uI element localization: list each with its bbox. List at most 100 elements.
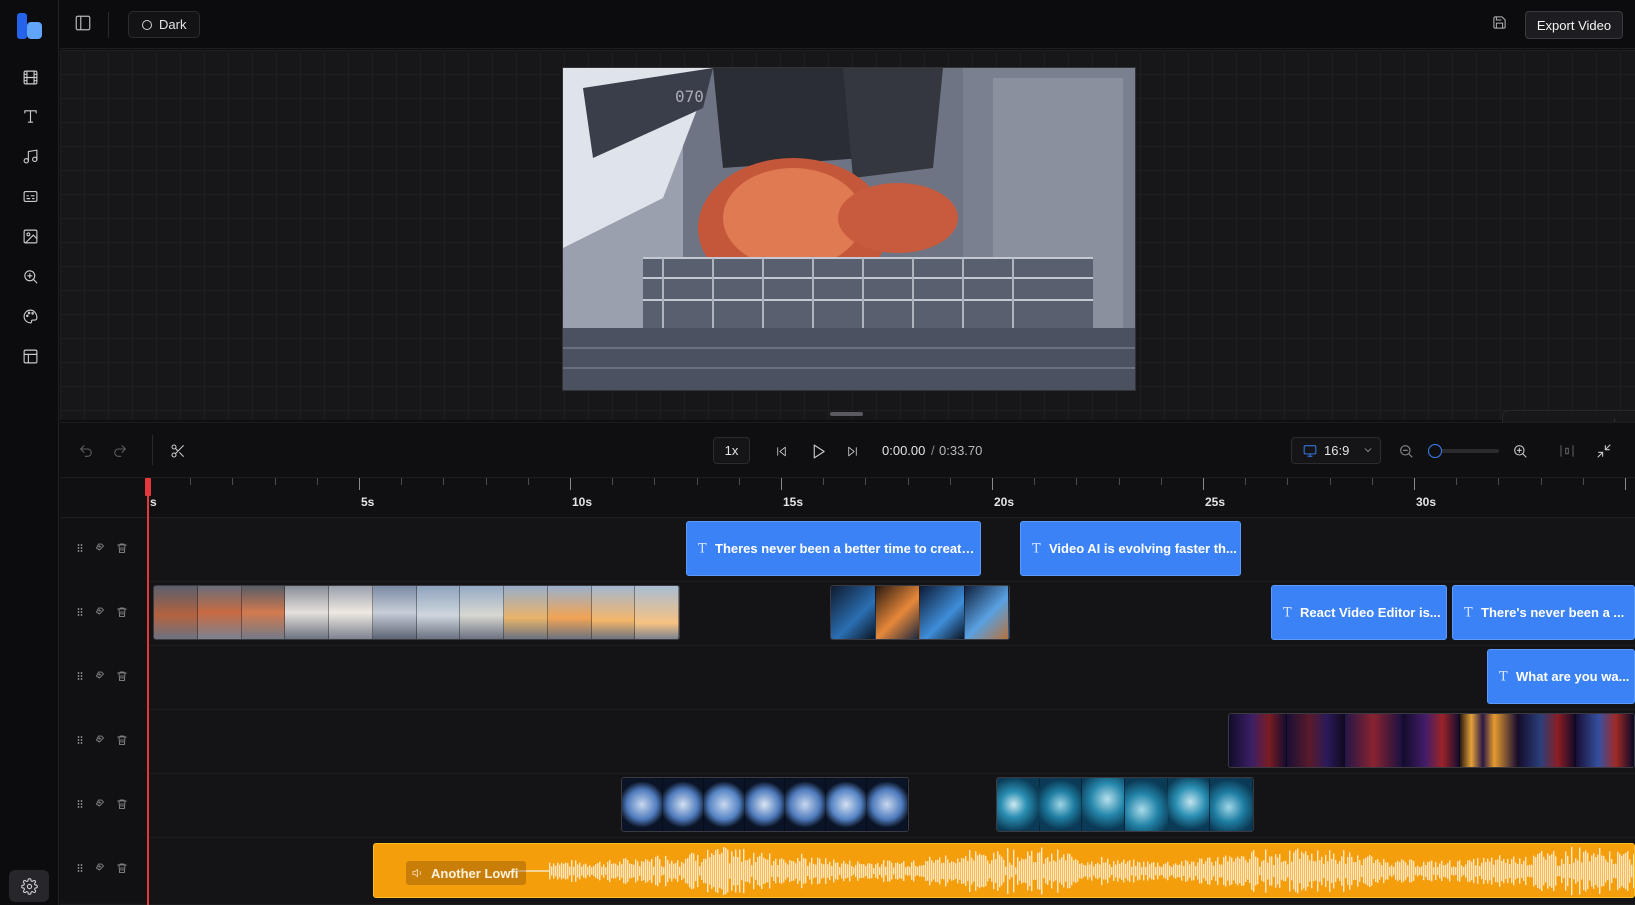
video-clip[interactable] <box>1228 713 1635 768</box>
text-clip[interactable]: T Video AI is evolving faster th... <box>1020 521 1241 576</box>
type-icon: T <box>1499 669 1508 684</box>
video-clip[interactable] <box>153 585 680 640</box>
text-clip[interactable]: T There's never been a ... <box>1452 585 1635 640</box>
circle-icon <box>142 19 152 30</box>
visibility-icon[interactable] <box>95 733 107 751</box>
ruler-minor-tick <box>1540 478 1542 485</box>
ruler-label: 25s <box>1205 495 1226 509</box>
drag-handle-icon[interactable] <box>74 541 86 559</box>
play-button[interactable] <box>806 439 830 463</box>
sidebar-toggle-button[interactable] <box>74 14 94 34</box>
split-button[interactable] <box>168 441 188 461</box>
trash-icon[interactable] <box>116 541 128 559</box>
timeline-zoom-out-button[interactable] <box>1396 441 1416 461</box>
track-5 <box>60 774 1635 838</box>
text-clip-label: React Video Editor is... <box>1300 605 1441 620</box>
panel-resize-handle[interactable] <box>830 412 863 416</box>
ruler-major-tick <box>359 478 360 490</box>
visibility-icon[interactable] <box>95 669 107 687</box>
ruler-minor-tick <box>527 478 529 485</box>
rail-videos-button[interactable] <box>15 62 45 92</box>
ruler-minor-tick <box>1582 478 1584 485</box>
fit-timeline-button[interactable] <box>1557 441 1577 461</box>
trash-icon[interactable] <box>116 605 128 623</box>
save-button[interactable] <box>1492 15 1512 35</box>
timeline-zoom-in-button[interactable] <box>1510 441 1530 461</box>
theme-label: Dark <box>159 17 187 32</box>
visibility-icon[interactable] <box>95 605 107 623</box>
ruler-minor-tick <box>485 478 487 485</box>
aspect-ratio-select[interactable]: 16:9 <box>1291 437 1381 464</box>
track-2: T React Video Editor is... T There's nev… <box>60 582 1635 646</box>
playback-speed-button[interactable]: 1x <box>713 437 750 464</box>
rail-colors-button[interactable] <box>15 301 45 331</box>
redo-button[interactable] <box>110 441 130 461</box>
video-clip[interactable] <box>621 777 909 832</box>
visibility-icon[interactable] <box>95 541 107 559</box>
audio-clip[interactable]: Another Lowfi <box>373 843 1635 898</box>
text-clip[interactable]: T React Video Editor is... <box>1271 585 1447 640</box>
text-clip-label: There's never been a ... <box>1481 605 1625 620</box>
rail-text-button[interactable] <box>15 101 45 131</box>
ruler-minor-tick <box>696 478 698 485</box>
audio-waveform <box>514 846 1634 896</box>
rail-zoom-button[interactable] <box>15 261 45 291</box>
trash-icon[interactable] <box>116 797 128 815</box>
undo-button[interactable] <box>76 441 96 461</box>
gear-icon <box>20 877 38 895</box>
trash-icon[interactable] <box>116 733 128 751</box>
skip-back-button[interactable] <box>771 441 791 461</box>
rail-layouts-button[interactable] <box>15 341 45 371</box>
ruler-minor-tick <box>274 478 276 485</box>
type-icon: T <box>1032 541 1041 556</box>
drag-handle-icon[interactable] <box>74 669 86 687</box>
time-ruler[interactable]: s 5s 10s 15s 20s 25s 30s <box>60 478 1635 518</box>
video-clip[interactable] <box>830 585 1010 640</box>
track-1: T Theres never been a better time to cre… <box>60 518 1635 582</box>
ruler-major-tick <box>992 478 993 490</box>
collapse-timeline-button[interactable] <box>1594 441 1614 461</box>
ruler-minor-tick <box>1034 478 1036 485</box>
drag-handle-icon[interactable] <box>74 733 86 751</box>
ruler-label: 5s <box>361 495 375 509</box>
top-bar: Dark Export Video <box>60 0 1635 49</box>
text-clip-label: Video AI is evolving faster th... <box>1049 541 1237 556</box>
redo-icon <box>114 445 126 457</box>
theme-toggle-button[interactable]: Dark <box>128 11 201 38</box>
ruler-label: s <box>150 495 157 509</box>
ruler-major-tick <box>1203 478 1204 490</box>
toolbar-divider <box>108 12 109 38</box>
time-separator: / <box>931 443 935 458</box>
export-video-button[interactable]: Export Video <box>1525 11 1623 39</box>
visibility-icon[interactable] <box>95 797 107 815</box>
svg-text:070: 070 <box>675 87 704 106</box>
drag-handle-icon[interactable] <box>74 797 86 815</box>
image-icon <box>23 229 37 243</box>
skip-back-icon <box>776 446 786 456</box>
zoom-in-icon <box>23 269 37 283</box>
drag-handle-icon[interactable] <box>74 605 86 623</box>
rail-audio-button[interactable] <box>15 141 45 171</box>
trash-icon[interactable] <box>116 669 128 687</box>
timeline: s 5s 10s 15s 20s 25s 30s T Theres never been a… <box>60 478 1635 905</box>
ruler-minor-tick <box>1329 478 1331 485</box>
palette-icon <box>23 309 37 323</box>
timeline-zoom-thumb[interactable] <box>1428 444 1442 458</box>
aspect-ratio-value: 16:9 <box>1324 443 1350 458</box>
zoom-out-icon <box>1400 445 1413 458</box>
playhead[interactable] <box>147 478 149 905</box>
visibility-icon[interactable] <box>95 861 107 879</box>
video-preview[interactable]: 070 <box>562 67 1136 391</box>
text-clip[interactable]: T What are you wa... <box>1487 649 1635 704</box>
ruler-minor-tick <box>823 478 825 485</box>
skip-forward-button[interactable] <box>842 441 862 461</box>
trash-icon[interactable] <box>116 861 128 879</box>
rail-captions-button[interactable] <box>15 181 45 211</box>
app-logo <box>14 10 46 42</box>
rail-images-button[interactable] <box>15 221 45 251</box>
drag-handle-icon[interactable] <box>74 861 86 879</box>
settings-button[interactable] <box>9 870 49 902</box>
video-clip[interactable] <box>996 777 1254 832</box>
text-clip[interactable]: T Theres never been a better time to cre… <box>686 521 981 576</box>
ruler-minor-tick <box>1076 478 1078 485</box>
